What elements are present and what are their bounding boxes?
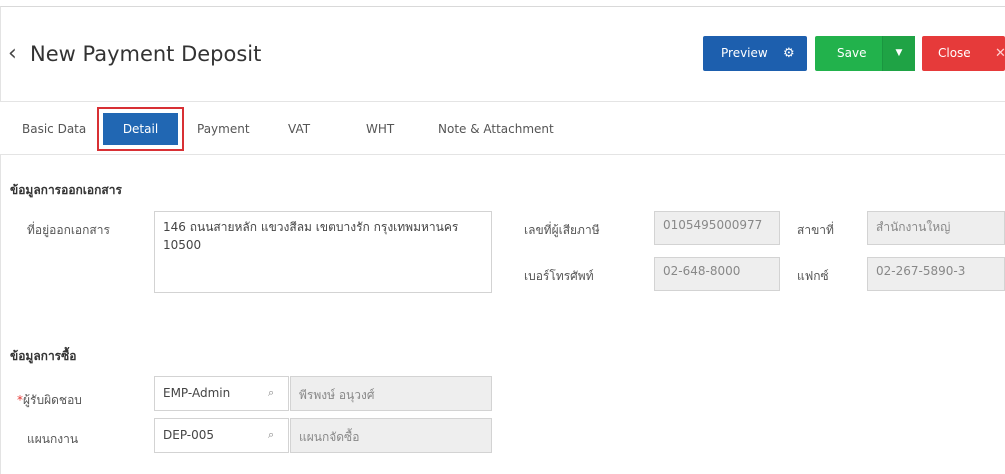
close-label: Close	[938, 46, 971, 60]
tab-detail[interactable]: Detail	[97, 107, 184, 151]
tab-wht[interactable]: WHT	[366, 114, 394, 144]
tab-payment[interactable]: Payment	[197, 114, 250, 144]
back-icon[interactable]: ‹	[8, 40, 17, 68]
tax-id-field[interactable]: 0105495000977	[654, 211, 780, 245]
page-frame	[0, 6, 1005, 474]
responsible-label-text: ผู้รับผิดชอบ	[23, 393, 82, 407]
phone-field[interactable]: 02-648-8000	[654, 257, 780, 291]
tab-bar: Basic Data Detail Payment VAT WHT Note &…	[0, 101, 1005, 155]
responsible-name-field: พีรพงษ์ อนุวงศ์	[290, 376, 492, 411]
branch-field[interactable]: สำนักงานใหญ่	[867, 211, 1005, 245]
department-label: แผนกงาน	[27, 432, 79, 446]
fax-label: แฟกซ์	[797, 269, 829, 283]
gear-icon: ⚙	[783, 46, 795, 61]
address-field[interactable]: 146 ถนนสายหลัก แขวงสีลม เขตบางรัก กรุงเท…	[154, 211, 492, 293]
preview-label: Preview	[721, 46, 768, 60]
save-button[interactable]: Save ▼	[815, 36, 915, 71]
search-icon[interactable]: ⌕	[268, 386, 274, 400]
department-name-field: แผนกจัดซื้อ	[290, 418, 492, 453]
close-button[interactable]: Close ✕	[922, 36, 1005, 71]
preview-button[interactable]: Preview ⚙	[703, 36, 807, 71]
address-label: ที่อยู่ออกเอกสาร	[27, 223, 110, 237]
document-section-title: ข้อมูลการออกเอกสาร	[10, 183, 122, 197]
close-icon: ✕	[995, 46, 1005, 61]
tab-vat[interactable]: VAT	[288, 114, 310, 144]
save-label: Save	[837, 46, 867, 60]
branch-label: สาขาที่	[797, 223, 834, 237]
caret-down-icon: ▼	[895, 48, 903, 58]
save-dropdown-button[interactable]: ▼	[882, 36, 915, 71]
tab-note-attachment[interactable]: Note & Attachment	[438, 114, 554, 144]
tab-detail-label: Detail	[103, 113, 178, 145]
page-title: New Payment Deposit	[30, 42, 262, 66]
responsible-label: *ผู้รับผิดชอบ	[17, 391, 82, 410]
tab-basic-data[interactable]: Basic Data	[22, 114, 86, 144]
tax-id-label: เลขที่ผู้เสียภาษี	[524, 223, 600, 237]
purchase-section-title: ข้อมูลการซื้อ	[10, 349, 77, 363]
fax-field[interactable]: 02-267-5890-3	[867, 257, 1005, 291]
search-icon[interactable]: ⌕	[268, 428, 274, 442]
phone-label: เบอร์โทรศัพท์	[524, 269, 594, 283]
